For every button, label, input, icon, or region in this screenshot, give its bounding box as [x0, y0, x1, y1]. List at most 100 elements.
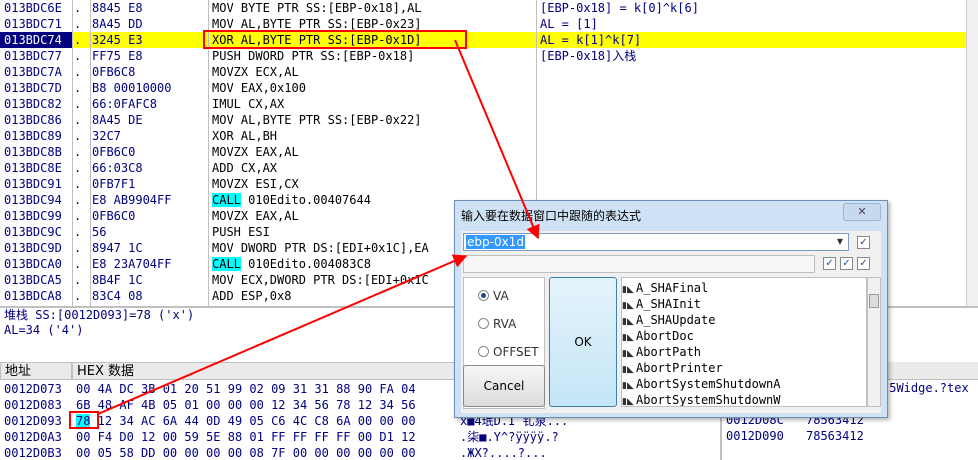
disasm-hex: 0FB6C0 — [92, 145, 136, 159]
dump-row[interactable]: 0012D0A3 00 F4 D0 12 00 59 5E 88 01 FF FF… — [0, 429, 720, 445]
disasm-comment: AL = k[1]^k[7] — [540, 33, 642, 47]
disasm-marker: . — [74, 289, 82, 303]
disasm-hex: 3245 E3 — [92, 33, 143, 47]
symbol-name: AbortDoc — [636, 329, 694, 343]
disasm-marker: . — [74, 273, 82, 287]
disasm-address: 013BDC89 — [4, 129, 62, 143]
radio-rva[interactable]: RVA — [478, 316, 516, 332]
symbol-list-item[interactable]: ▮◣ AbortDoc — [622, 328, 694, 344]
radio-dot-icon — [478, 346, 489, 357]
dump-header-hex[interactable]: HEX 数据 — [72, 362, 462, 380]
symbol-name: A_SHAInit — [636, 297, 702, 311]
disasm-instruction: MOVZX ECX,AL — [212, 65, 299, 79]
disasm-row[interactable]: 013BDC86. 8A45 DE MOV AL,BYTE PTR SS:[EBP-… — [0, 112, 966, 128]
column-separator[interactable] — [90, 0, 91, 306]
disasm-marker: . — [74, 17, 82, 31]
ok-button[interactable]: OK — [549, 277, 617, 407]
dump-row[interactable]: 0012D0B3 00 05 58 DD 00 00 00 00 08 7F 00… — [0, 445, 720, 460]
symbol-list-item[interactable]: ▮◣ AbortPath — [622, 344, 701, 360]
stack-value[interactable]: 78563412 — [806, 428, 864, 444]
disasm-instruction: PUSH DWORD PTR SS:[EBP-0x18] — [212, 49, 415, 63]
disasm-address: 013BDC7A — [4, 65, 62, 79]
disasm-row[interactable]: 013BDC91. 0FB7F1 MOVZX ESI,CX — [0, 176, 966, 192]
symbol-list-item[interactable]: ▮◣ AbortSystemShutdownW — [622, 392, 781, 406]
disasm-address: 013BDC91 — [4, 177, 62, 191]
secondary-expression-field[interactable] — [463, 255, 815, 273]
symbol-name: A_SHAUpdate — [636, 313, 716, 327]
disasm-row[interactable]: 013BDC82. 66:0FAFC8 IMUL CX,AX — [0, 96, 966, 112]
highlight-box-byte — [69, 411, 99, 429]
cancel-button[interactable]: Cancel — [463, 365, 545, 407]
dump-hex: 00 05 58 DD 00 00 00 00 08 7F 00 00 00 0… — [76, 446, 416, 460]
scrollbar-thumb[interactable] — [869, 294, 879, 308]
disasm-hex: 8A45 DE — [92, 113, 143, 127]
disasm-address: 013BDC82 — [4, 97, 62, 111]
radio-rva-label: RVA — [493, 317, 517, 331]
symbol-list[interactable]: ▮◣ A_SHAFinal ▮◣ A_SHAInit ▮◣ A_SHAUpdate ▮◣ Ab… — [621, 277, 867, 407]
disasm-row[interactable]: 013BDC74. 3245 E3 XOR AL,BYTE PTR SS:[EBP-… — [0, 32, 966, 48]
disasm-address: 013BDC6E — [4, 1, 62, 15]
disasm-instruction: IMUL CX,AX — [212, 97, 285, 111]
disasm-row[interactable]: 013BDC8E. 66:03C8 ADD CX,AX — [0, 160, 966, 176]
disasm-address: 013BDC86 — [4, 113, 62, 127]
disasm-hex: 56 — [92, 225, 107, 239]
disasm-comment: [EBP-0x18] = k[0]^k[6] — [540, 1, 699, 15]
option-checkbox-2[interactable]: ✓ — [840, 257, 853, 270]
disasm-row[interactable]: 013BDC71. 8A45 DD MOV AL,BYTE PTR SS:[EBP-… — [0, 16, 966, 32]
disasm-instruction: MOV AL,BYTE PTR SS:[EBP-0x22] — [212, 113, 422, 127]
disasm-address: 013BDCA8 — [4, 289, 62, 303]
radio-va[interactable]: VA — [478, 288, 509, 304]
call-mnemonic: CALL — [212, 257, 241, 271]
disasm-marker: . — [74, 49, 82, 63]
call-mnemonic: CALL — [212, 193, 241, 207]
column-separator[interactable] — [72, 0, 73, 306]
disasm-marker: . — [74, 209, 82, 223]
symbol-list-scrollbar[interactable] — [867, 277, 881, 407]
highlight-box-instruction — [203, 30, 467, 49]
disasm-row[interactable]: 013BDC7A. 0FB6C8 MOVZX ECX,AL — [0, 64, 966, 80]
disassembly-scrollbar[interactable] — [966, 0, 978, 306]
dialog-body: ebp-0x1d ▼ ✓ ✓ ✓ ✓ VA RVA OFFSET Cancel … — [461, 231, 881, 413]
disasm-comment: [EBP-0x18]入栈 — [540, 49, 637, 63]
symbol-list-item[interactable]: ▮◣ A_SHAUpdate — [622, 312, 715, 328]
radio-va-label: VA — [493, 289, 509, 303]
expression-input[interactable]: ebp-0x1d ▼ — [463, 233, 849, 251]
symbol-list-item[interactable]: ▮◣ AbortPrinter — [622, 360, 723, 376]
disasm-marker: . — [74, 113, 82, 127]
disasm-hex: 66:03C8 — [92, 161, 143, 175]
disasm-hex: B8 00010000 — [92, 81, 172, 95]
call-target: 010Edito.00407644 — [240, 193, 371, 207]
follow-expression-dialog[interactable]: 输入要在数据窗口中跟随的表达式 ✕ ebp-0x1d ▼ ✓ ✓ ✓ ✓ VA … — [454, 200, 888, 418]
disasm-hex: 66:0FAFC8 — [92, 97, 158, 111]
disasm-address: 013BDC99 — [4, 209, 62, 223]
dialog-title: 输入要在数据窗口中跟随的表达式 — [461, 209, 642, 223]
close-icon[interactable]: ✕ — [843, 203, 881, 221]
dump-address: 0012D0A3 — [4, 430, 62, 444]
symbol-name: A_SHAFinal — [636, 281, 709, 295]
radio-offset[interactable]: OFFSET — [478, 344, 539, 360]
disasm-instruction: MOV EAX,0x100 — [212, 81, 306, 95]
disasm-row[interactable]: 013BDC7D. B8 00010000 MOV EAX,0x100 — [0, 80, 966, 96]
stack-address[interactable]: 0012D090 — [726, 428, 784, 444]
dump-hex-rest: 12 34 AC 6A 44 0D 49 05 C6 4C C8 6A 00 0… — [90, 414, 416, 428]
disasm-row[interactable]: 013BDC8B. 0FB6C0 MOVZX EAX,AL — [0, 144, 966, 160]
chevron-down-icon[interactable]: ▼ — [834, 234, 846, 250]
disasm-row[interactable]: 013BDC89. 32C7 XOR AL,BH — [0, 128, 966, 144]
expression-checkbox[interactable]: ✓ — [857, 236, 870, 249]
symbol-list-item[interactable]: ▮◣ A_SHAFinal — [622, 280, 708, 296]
disasm-hex: 0FB7F1 — [92, 177, 136, 191]
disasm-address: 013BDC8B — [4, 145, 62, 159]
disasm-marker: . — [74, 129, 82, 143]
option-checkbox-1[interactable]: ✓ — [823, 257, 836, 270]
disasm-row[interactable]: 013BDC77. FF75 E8 PUSH DWORD PTR SS:[EBP-0… — [0, 48, 966, 64]
option-checkbox-3[interactable]: ✓ — [857, 257, 870, 270]
symbol-list-item[interactable]: ▮◣ AbortSystemShutdownA — [622, 376, 781, 392]
dump-header-address[interactable]: 地址 — [0, 362, 72, 380]
expression-text: ebp-0x1d — [466, 235, 525, 249]
disasm-address: 013BDC74 — [0, 32, 72, 48]
dump-ascii: .柒■.Y^?ÿÿÿÿ.? — [460, 430, 559, 444]
disasm-hex: 83C4 08 — [92, 289, 143, 303]
disasm-row[interactable]: 013BDC6E. 8845 E8 MOV BYTE PTR SS:[EBP-0x1… — [0, 0, 966, 16]
symbol-list-item[interactable]: ▮◣ A_SHAInit — [622, 296, 701, 312]
radio-offset-label: OFFSET — [493, 345, 539, 359]
